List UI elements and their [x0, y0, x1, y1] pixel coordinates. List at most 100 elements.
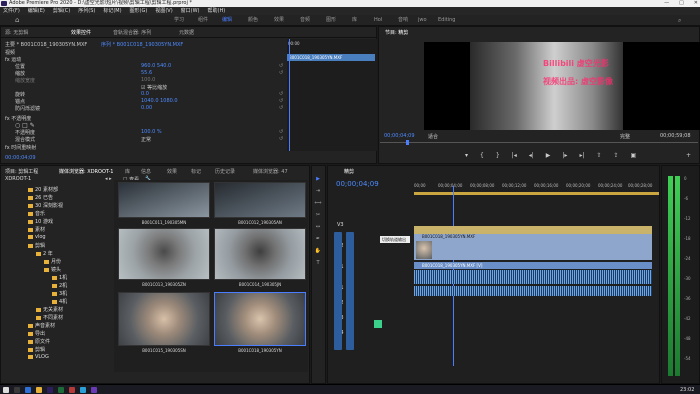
- time-remap-effect[interactable]: fx 时间重映射: [5, 144, 36, 151]
- razor-tool-icon[interactable]: ✂: [314, 212, 322, 219]
- menu-window[interactable]: 窗口(W): [181, 7, 200, 15]
- thumbnail-image[interactable]: [118, 292, 210, 346]
- play-icon[interactable]: ▶: [546, 152, 551, 159]
- folder-item[interactable]: 2 年: [36, 250, 53, 257]
- media-browser-2-tab[interactable]: 媒体浏览器: 47: [253, 168, 288, 175]
- marker-icon[interactable]: ▾: [465, 152, 468, 159]
- type-tool-icon[interactable]: T: [314, 260, 322, 267]
- solo-button-active[interactable]: [374, 320, 382, 328]
- antiflicker-value[interactable]: 0.00: [141, 105, 152, 111]
- v2-clip[interactable]: [414, 226, 652, 234]
- ws-libraries[interactable]: 库: [352, 17, 357, 24]
- app-icon[interactable]: [80, 387, 86, 393]
- anchor-value[interactable]: 1040.0 1080.0: [141, 98, 178, 104]
- goto-in-icon[interactable]: |◂: [512, 152, 517, 159]
- ripple-edit-tool-icon[interactable]: ⟺: [314, 200, 322, 207]
- folder-item[interactable]: 4机: [52, 298, 67, 305]
- track-target-column[interactable]: [346, 232, 354, 350]
- menu-marker[interactable]: 标记(M): [103, 7, 121, 15]
- menu-help[interactable]: 帮助(H): [208, 7, 226, 15]
- fit-dropdown[interactable]: 适合: [428, 133, 438, 140]
- explorer-icon[interactable]: [36, 387, 42, 393]
- folder-item[interactable]: 剪辑: [28, 242, 45, 249]
- ws-graphics[interactable]: 图形: [326, 17, 336, 24]
- effect-mini-timeline[interactable]: 00:00 B001C018_190305YN.MXF: [287, 39, 377, 151]
- ws-editing-en[interactable]: Editing: [438, 17, 455, 24]
- work-area-bar[interactable]: [414, 192, 659, 195]
- timeline-timecode[interactable]: 00;00;04;09: [336, 180, 379, 188]
- rotation-value[interactable]: 0.0: [141, 91, 149, 97]
- quality-dropdown[interactable]: 完整: [620, 133, 630, 140]
- track-select-tool-icon[interactable]: ⇥: [314, 188, 322, 195]
- reset-icon[interactable]: ↺: [279, 98, 283, 104]
- ws-effects[interactable]: 效果: [274, 17, 284, 24]
- folder-item[interactable]: 20 素材部: [28, 186, 58, 193]
- hand-tool-icon[interactable]: ✋: [314, 248, 322, 255]
- pen-tool-icon[interactable]: ✒: [314, 236, 322, 243]
- menu-file[interactable]: 文件(F): [3, 7, 20, 15]
- source-tab[interactable]: 源: 无剪辑: [5, 29, 28, 36]
- thumbnail-image[interactable]: [214, 182, 306, 218]
- ws-sound[interactable]: 音响: [398, 17, 408, 24]
- folder-item[interactable]: 剪辑: [28, 346, 45, 353]
- minimize-button[interactable]: —: [664, 0, 669, 7]
- position-value[interactable]: 960.0 540.0: [141, 63, 171, 69]
- selection-tool-icon[interactable]: ▶: [314, 176, 322, 183]
- folder-item[interactable]: VLOG: [28, 354, 49, 360]
- folder-item[interactable]: 10 游戏: [28, 218, 53, 225]
- app-icon[interactable]: [69, 387, 75, 393]
- export-frame-icon[interactable]: ▣: [631, 152, 637, 159]
- v1-video-clip[interactable]: B001C018_190305YN.MXF [V]: [414, 262, 652, 269]
- reset-icon[interactable]: ↺: [279, 129, 283, 135]
- windows-start-icon[interactable]: [3, 387, 9, 393]
- folder-item[interactable]: 镜头: [44, 266, 61, 273]
- sequence-clip-label[interactable]: 序列 * B001C018_190305YN.MXF: [101, 41, 183, 48]
- folder-item[interactable]: 声音素材: [28, 322, 55, 329]
- metadata-tab[interactable]: 元数据: [179, 29, 194, 36]
- thumbnail-image[interactable]: [118, 228, 210, 280]
- history-tab[interactable]: 历史记录: [215, 168, 235, 175]
- timeline-ruler[interactable]: 00;00 00;00;04;00 00;00;08;00 00;00;12;0…: [414, 182, 659, 192]
- reset-icon[interactable]: ↺: [279, 63, 283, 69]
- effect-controls-tab[interactable]: 效果控件: [71, 29, 91, 36]
- thumbnail-image[interactable]: [214, 228, 306, 280]
- close-button[interactable]: ✕: [694, 0, 698, 7]
- extract-icon[interactable]: ⇪: [614, 152, 619, 159]
- program-tab[interactable]: 节目: 精剪: [385, 29, 408, 36]
- timeline-tab[interactable]: 精剪: [344, 168, 354, 175]
- effects-tab[interactable]: 效果: [167, 168, 177, 175]
- menu-graphics[interactable]: 图形(G): [130, 7, 148, 15]
- info-tab[interactable]: 信息: [141, 168, 151, 175]
- project-title-tab[interactable]: 项目: 剪辑工程: [5, 168, 38, 175]
- home-icon[interactable]: ⌂: [15, 17, 19, 24]
- search-taskbar-icon[interactable]: [14, 387, 20, 393]
- reset-icon[interactable]: ↺: [279, 70, 283, 76]
- media-browser-tab[interactable]: 媒体浏览器: XDROOT-1: [59, 168, 113, 175]
- mark-out-icon[interactable]: }: [496, 152, 500, 159]
- premiere-taskbar-icon[interactable]: [47, 387, 53, 393]
- folder-item[interactable]: 原文件: [28, 338, 50, 345]
- program-scrubber[interactable]: [380, 142, 698, 143]
- step-forward-icon[interactable]: |▸: [562, 152, 567, 159]
- reset-icon[interactable]: ↺: [279, 136, 283, 142]
- folder-item[interactable]: vlog: [28, 234, 46, 240]
- folder-item[interactable]: 素材: [28, 226, 45, 233]
- opacity-value[interactable]: 100.0 %: [141, 129, 162, 135]
- motion-effect[interactable]: fx 运动: [5, 56, 21, 63]
- folder-item[interactable]: 音乐: [28, 210, 45, 217]
- a1-audio-waveform[interactable]: [414, 270, 652, 284]
- folder-item[interactable]: 月份: [44, 258, 61, 265]
- add-button-icon[interactable]: +: [686, 152, 691, 159]
- reset-icon[interactable]: ↺: [279, 91, 283, 97]
- mini-clip-bar[interactable]: B001C018_190305YN.MXF: [287, 54, 375, 61]
- app-icon[interactable]: [58, 387, 64, 393]
- folder-item[interactable]: 3机: [52, 290, 67, 297]
- effect-timecode[interactable]: 00;00;04;09: [5, 155, 36, 161]
- menu-view[interactable]: 视图(V): [155, 7, 172, 15]
- libraries-tab[interactable]: 库: [125, 168, 130, 175]
- menu-sequence[interactable]: 序列(S): [78, 7, 95, 15]
- thumbnail-image-selected[interactable]: [214, 292, 306, 346]
- menu-edit[interactable]: 编辑(E): [28, 7, 45, 15]
- folder-item[interactable]: 30 深刻影视: [28, 202, 63, 209]
- folder-item[interactable]: 不同素材: [36, 314, 63, 321]
